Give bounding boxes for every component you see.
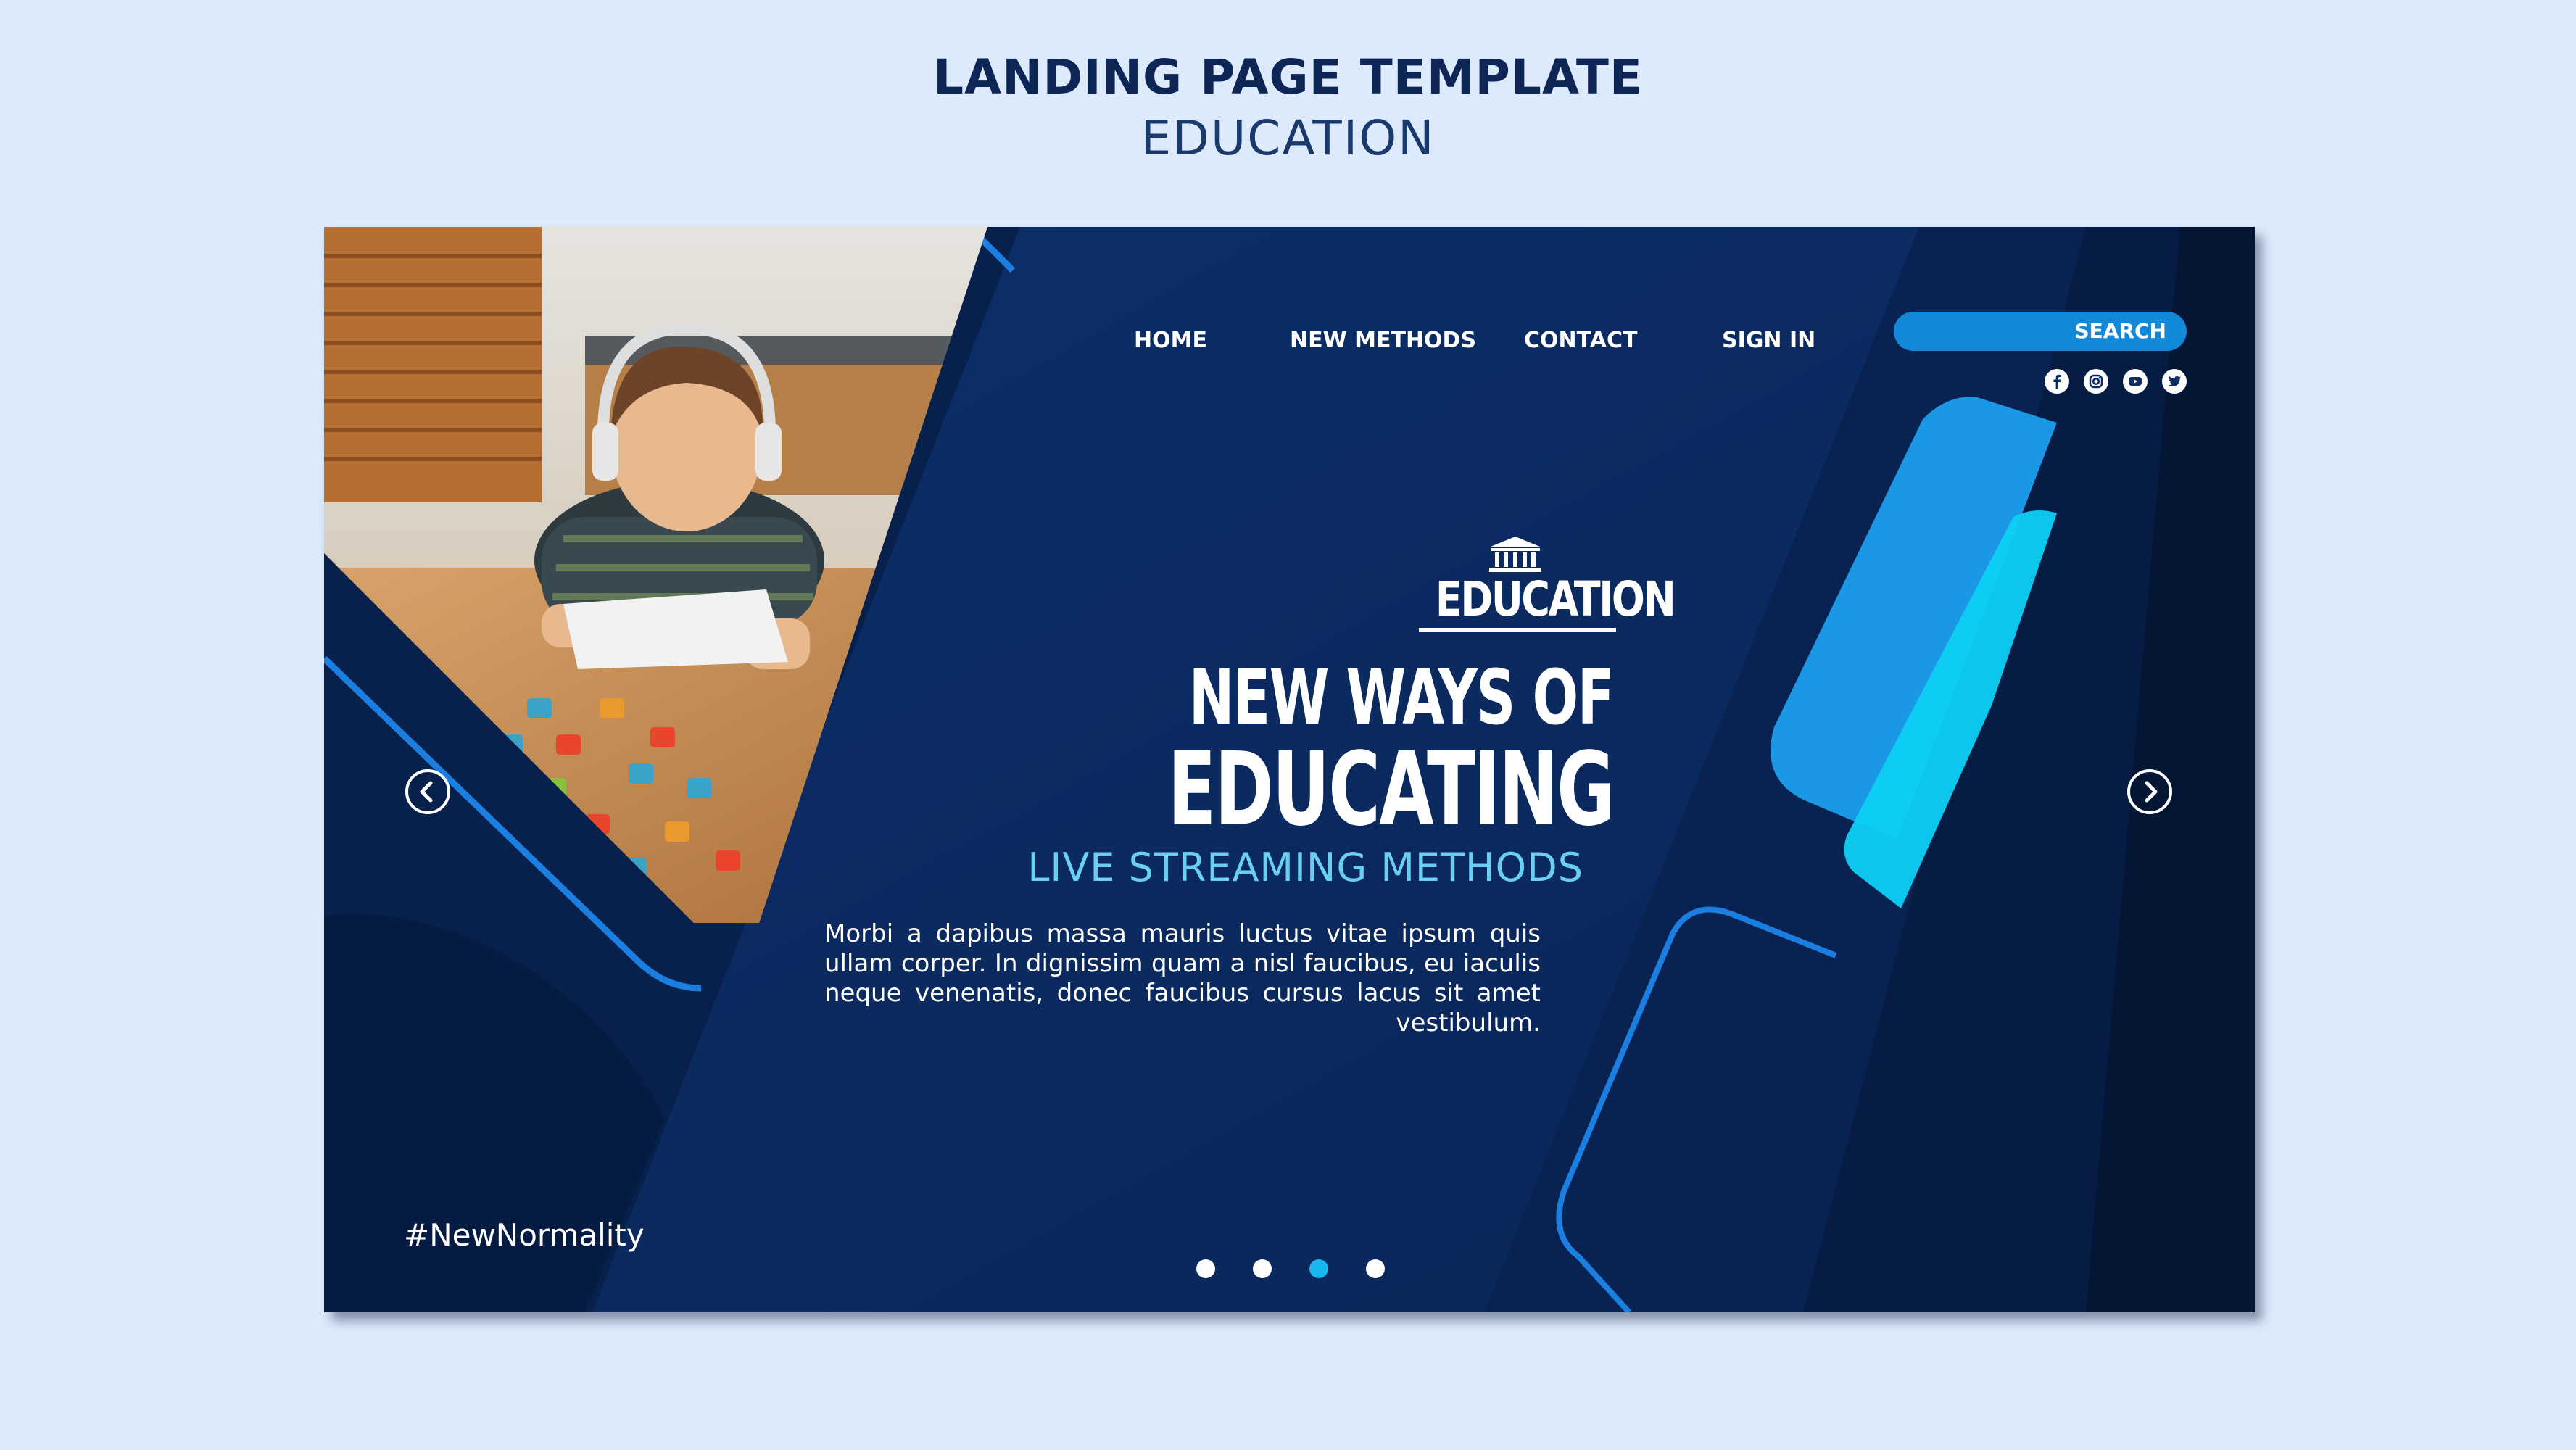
twitter-icon[interactable] (2162, 369, 2187, 394)
carousel-dot-2[interactable] (1253, 1259, 1272, 1278)
carousel-dot-4[interactable] (1366, 1259, 1385, 1278)
carousel-dot-1[interactable] (1196, 1259, 1215, 1278)
education-logo: EDUCATION (1417, 535, 1676, 644)
hashtag-label: #NewNormality (404, 1217, 645, 1253)
headline-line-1: NEW WAYS OF (1188, 653, 1614, 742)
search-bar[interactable]: SEARCH (1894, 312, 2187, 351)
nav-sign-in[interactable]: SIGN IN (1722, 319, 1815, 362)
page-header: LANDING PAGE TEMPLATE EDUCATION (0, 0, 2576, 203)
page-subtitle: EDUCATION (1140, 110, 1436, 166)
nav-home[interactable]: HOME (1134, 319, 1207, 362)
chevron-left-icon (420, 781, 433, 803)
carousel-dot-3[interactable] (1309, 1259, 1328, 1278)
prev-slide-button[interactable] (405, 769, 450, 814)
headline-line-2: EDUCATING (1167, 731, 1615, 849)
logo-text: EDUCATION (1435, 571, 1676, 627)
nav-contact[interactable]: CONTACT (1524, 319, 1637, 362)
building-icon (1489, 536, 1541, 572)
search-label: SEARCH (2074, 319, 2166, 343)
landing-page-mockup: HOME NEW METHODS CONTACT SIGN IN SEARCH … (324, 227, 2255, 1312)
page-title: LANDING PAGE TEMPLATE (933, 49, 1643, 105)
facebook-icon[interactable] (2045, 369, 2069, 394)
chevron-right-icon (2145, 781, 2158, 803)
next-slide-button[interactable] (2127, 769, 2172, 814)
hero-body-text: Morbi a dapibus massa mauris luctus vita… (824, 919, 1541, 1037)
subheading: LIVE STREAMING METHODS (1027, 845, 1583, 890)
instagram-icon[interactable] (2084, 369, 2108, 394)
nav-new-methods[interactable]: NEW METHODS (1290, 319, 1476, 362)
youtube-icon[interactable] (2123, 369, 2148, 394)
logo-underline (1419, 628, 1616, 632)
